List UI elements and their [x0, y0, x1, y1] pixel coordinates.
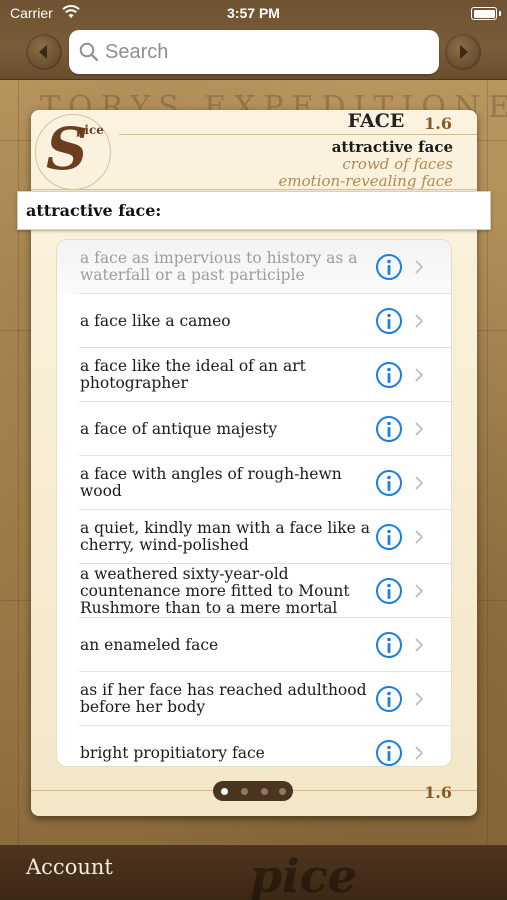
list-item[interactable]: bright propitiatory face: [57, 726, 451, 766]
list-item-text: as if her face has reached adulthood bef…: [80, 681, 367, 716]
spice-logo: S pice: [35, 114, 111, 189]
chevron-right-icon: [415, 314, 423, 328]
chevron-right-icon: [415, 476, 423, 490]
previous-button[interactable]: [26, 34, 62, 70]
footer-number: 1.6: [424, 783, 452, 802]
list-item[interactable]: a face like a cameo: [57, 294, 451, 348]
entry-number: 1.6: [424, 114, 452, 133]
related-topic[interactable]: crowd of faces: [279, 156, 453, 173]
topic-label: attractive face:: [26, 201, 162, 220]
arrow-right-icon: [460, 45, 468, 59]
list-item-text: bright propitiatory face: [80, 743, 265, 762]
list-item[interactable]: a face of antique majesty: [57, 402, 451, 456]
arrow-left-icon: [39, 45, 47, 59]
list-item[interactable]: a quiet, kindly man with a face like a c…: [57, 510, 451, 564]
info-icon[interactable]: [375, 685, 403, 713]
chevron-right-icon: [415, 638, 423, 652]
card-footer: 1.6: [31, 781, 477, 816]
next-button[interactable]: [445, 34, 481, 70]
chevron-right-icon: [415, 422, 423, 436]
search-icon: [79, 42, 99, 62]
info-icon[interactable]: [375, 631, 403, 659]
page-control[interactable]: [213, 781, 293, 801]
search-input[interactable]: [105, 37, 425, 67]
phrase-list[interactable]: a face as impervious to history as a wat…: [57, 240, 451, 766]
list-item-text: a face like a cameo: [80, 311, 231, 330]
entry-title: FACE: [347, 110, 405, 132]
list-item[interactable]: a weathered sixty-year-old countenance m…: [57, 564, 451, 618]
info-icon[interactable]: [375, 523, 403, 551]
chevron-right-icon: [415, 746, 423, 760]
list-item-text: a quiet, kindly man with a face like a c…: [80, 519, 370, 554]
status-bar: Carrier 3:57 PM: [0, 0, 507, 28]
logo-text: pice: [76, 123, 104, 137]
chevron-right-icon: [415, 260, 423, 274]
header-divider: [119, 134, 477, 135]
list-item-text: a face of antique majesty: [80, 419, 278, 438]
card-header: S pice FACE 1.6 attractive face crowd of…: [31, 110, 477, 190]
info-icon[interactable]: [375, 739, 403, 766]
page-dot[interactable]: [261, 788, 268, 795]
bottom-logo: pice: [250, 849, 357, 900]
list-item-text: a face like the ideal of an art photogra…: [80, 357, 306, 392]
page-dot[interactable]: [221, 788, 228, 795]
battery-tip: [499, 11, 501, 16]
list-item-text: an enameled face: [80, 635, 219, 654]
list-item-text: a face with angles of rough-hewn wood: [80, 465, 342, 500]
chevron-right-icon: [415, 530, 423, 544]
list-item[interactable]: a face with angles of rough-hewn wood: [57, 456, 451, 510]
chevron-right-icon: [415, 584, 423, 598]
chevron-right-icon: [415, 692, 423, 706]
account-button[interactable]: Account: [26, 855, 113, 879]
clock: 3:57 PM: [227, 5, 280, 21]
info-icon[interactable]: [375, 415, 403, 443]
info-icon[interactable]: [375, 577, 403, 605]
chevron-right-icon: [415, 368, 423, 382]
top-bar: Carrier 3:57 PM: [0, 0, 507, 80]
page-dot[interactable]: [279, 788, 286, 795]
info-icon[interactable]: [375, 469, 403, 497]
related-topic[interactable]: attractive face: [279, 139, 453, 156]
info-icon[interactable]: [375, 307, 403, 335]
list-item-text: a weathered sixty-year-old countenance m…: [80, 564, 350, 617]
topic-bar: attractive face:: [17, 191, 491, 230]
list-item[interactable]: an enameled face: [57, 618, 451, 672]
related-topics: attractive face crowd of faces emotion-r…: [279, 139, 453, 190]
page-dot[interactable]: [241, 788, 248, 795]
search-bar[interactable]: [69, 30, 439, 74]
battery-icon: [471, 7, 497, 20]
list-item[interactable]: a face like the ideal of an art photogra…: [57, 348, 451, 402]
list-item[interactable]: a face as impervious to history as a wat…: [57, 240, 451, 294]
bottom-bar: Account pice: [0, 845, 507, 900]
list-item-text: a face as impervious to history as a wat…: [80, 249, 358, 284]
list-item[interactable]: as if her face has reached adulthood bef…: [57, 672, 451, 726]
info-icon[interactable]: [375, 361, 403, 389]
related-topic[interactable]: emotion-revealing face: [279, 173, 453, 190]
info-icon[interactable]: [375, 253, 403, 281]
